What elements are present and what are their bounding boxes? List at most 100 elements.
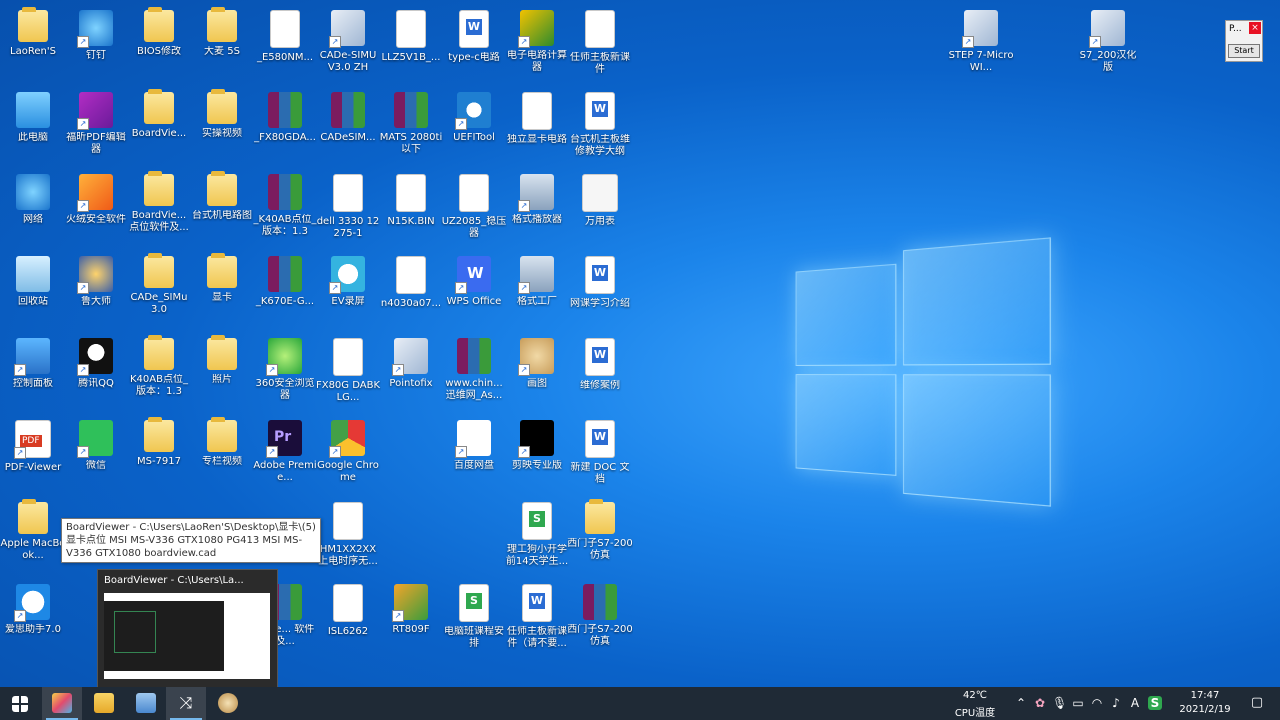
desktop-icon[interactable]: www.chin... 迅维网_As... xyxy=(441,334,507,414)
taskbar-app-pointofix[interactable] xyxy=(42,687,82,720)
desktop-icon[interactable]: ↗ STEP 7-MicroWI... xyxy=(948,6,1014,86)
desktop-icon[interactable]: ↗ PDF-Viewer xyxy=(0,416,66,496)
desktop-icon-label: 独立显卡电路 xyxy=(504,134,570,146)
taskbar-app-paint[interactable] xyxy=(208,687,248,720)
desktop-icon[interactable]: ↗ EV录屏 xyxy=(315,252,381,332)
desktop-icon[interactable]: ↗ 鲁大师 xyxy=(63,252,129,332)
desktop-icon[interactable]: ↗ Google Chrome xyxy=(315,416,381,496)
mini-window[interactable]: P... × Start xyxy=(1225,20,1263,62)
desktop-icon[interactable]: 网课学习介绍 xyxy=(567,252,633,332)
desktop-icon[interactable]: _FX80GDA... xyxy=(252,88,318,168)
desktop-icon-label: 显卡 xyxy=(189,292,255,304)
desktop-icon[interactable]: N15K.BIN xyxy=(378,170,444,250)
desktop-icon[interactable]: BoardVie... 点位软件及... xyxy=(126,170,192,250)
desktop-icon[interactable]: Apple MacBook... xyxy=(0,498,66,578)
desktop-icon[interactable]: 专栏视频 xyxy=(189,416,255,496)
desktop-icon[interactable]: 台式机主板维修教学大纲 xyxy=(567,88,633,168)
desktop-icon[interactable]: 理工狗小开学前14天学生... xyxy=(504,498,570,578)
desktop-icon[interactable]: ↗ Adobe Premie... xyxy=(252,416,318,496)
flower-icon[interactable]: ✿ xyxy=(1033,696,1047,710)
volume-icon[interactable]: ♪ xyxy=(1109,696,1123,710)
start-button[interactable] xyxy=(0,687,40,720)
desktop-icon-label: 爱思助手7.0 xyxy=(0,624,66,636)
desktop-icon[interactable]: FX80G DABKLG... xyxy=(315,334,381,414)
taskbar-app-pdf-viewer[interactable] xyxy=(126,687,166,720)
desktop-icon[interactable]: ↗ RT809F xyxy=(378,580,444,660)
desktop-icon[interactable]: 独立显卡电路 xyxy=(504,88,570,168)
desktop-icon[interactable]: K40AB点位_版本：1.3 xyxy=(126,334,192,414)
desktop-icon[interactable]: 台式机电路图 xyxy=(189,170,255,250)
desktop-icon[interactable]: MATS 2080ti以下 xyxy=(378,88,444,168)
taskbar-thumbnail-preview[interactable]: BoardViewer - C:\Users\La... xyxy=(97,569,278,687)
desktop-icon[interactable]: HM1XX2XX 上电时序无... xyxy=(315,498,381,578)
desktop-icon[interactable]: ↗ 格式播放器 xyxy=(504,170,570,250)
taskbar-app-explorer[interactable] xyxy=(84,687,124,720)
desktop-icon[interactable]: 万用表 xyxy=(567,170,633,250)
desktop-icon[interactable]: 显卡 xyxy=(189,252,255,332)
desktop-icon[interactable]: ↗ 控制面板 xyxy=(0,334,66,414)
input-method[interactable]: A xyxy=(1128,696,1142,710)
desktop-icon[interactable]: ↗ S7_200汉化版 xyxy=(1075,6,1141,86)
battery-icon[interactable]: ▭ xyxy=(1071,696,1085,710)
desktop-icon[interactable]: type-c电路 xyxy=(441,6,507,86)
clock-time[interactable]: 17:47 xyxy=(1170,690,1240,701)
word-document-icon xyxy=(459,10,489,48)
desktop-icon[interactable]: 实操视频 xyxy=(189,88,255,168)
desktop-icon[interactable]: 新建 DOC 文档 xyxy=(567,416,633,496)
clock-date[interactable]: 2021/2/19 xyxy=(1170,704,1240,715)
desktop-icon[interactable]: CADe_SIMu 3.0 xyxy=(126,252,192,332)
desktop-icon[interactable]: BoardVie... xyxy=(126,88,192,168)
desktop-icon[interactable]: ↗ 格式工厂 xyxy=(504,252,570,332)
desktop-icon[interactable]: ↗ UEFITool xyxy=(441,88,507,168)
desktop-icon[interactable]: _E580NM... xyxy=(252,6,318,86)
desktop-icon[interactable]: ↗ 画图 xyxy=(504,334,570,414)
desktop-icon[interactable]: LLZ5V1B_... xyxy=(378,6,444,86)
desktop-icon[interactable]: UZ2085_稳压器 xyxy=(441,170,507,250)
desktop-icon[interactable]: 任师主板新课件 xyxy=(567,6,633,86)
start-button[interactable]: Start xyxy=(1228,44,1260,58)
taskbar-app-boardviewer[interactable]: ⤨ xyxy=(166,687,206,720)
desktop-icon[interactable]: 西门子S7-200仿真 xyxy=(567,580,633,660)
close-icon[interactable]: × xyxy=(1249,22,1261,34)
desktop-icon[interactable]: ↗ 爱思助手7.0 xyxy=(0,580,66,660)
desktop-icon[interactable]: ↗ 剪映专业版 xyxy=(504,416,570,496)
desktop-icon[interactable]: n4030a07... xyxy=(378,252,444,332)
desktop-icon[interactable]: ↗ 火绒安全软件 xyxy=(63,170,129,250)
desktop-icon[interactable]: ↗ CADe-SIMU V3.0 ZH xyxy=(315,6,381,86)
desktop-icon[interactable]: 电脑班课程安排 xyxy=(441,580,507,660)
chevron-up-icon[interactable]: ⌃ xyxy=(1014,696,1028,710)
wps-tray-icon[interactable]: S xyxy=(1148,696,1162,710)
dingtalk-icon: ↗ xyxy=(79,10,113,46)
desktop-icon[interactable]: ↗ 百度网盘 xyxy=(441,416,507,496)
desktop-icon[interactable]: LaoRen'S xyxy=(0,6,66,86)
desktop-icon[interactable]: ↗ 钉钉 xyxy=(63,6,129,86)
desktop-icon[interactable]: 此电脑 xyxy=(0,88,66,168)
desktop-icon[interactable]: ↗ Pointofix xyxy=(378,334,444,414)
desktop-icon[interactable]: _K40AB点位_版本：1.3 xyxy=(252,170,318,250)
desktop-icon[interactable]: 西门子S7-200仿真 xyxy=(567,498,633,578)
desktop-icon[interactable]: ISL6262 xyxy=(315,580,381,660)
preview-thumbnail[interactable] xyxy=(104,593,270,679)
desktop-icon[interactable]: MS-7917 xyxy=(126,416,192,496)
desktop-icon[interactable]: 维修案例 xyxy=(567,334,633,414)
microphone-icon[interactable]: 🎙 xyxy=(1052,696,1066,710)
desktop-icon[interactable]: ↗ 腾讯QQ xyxy=(63,334,129,414)
desktop-icon[interactable]: 大麦 5S xyxy=(189,6,255,86)
word-document-icon xyxy=(522,584,552,622)
desktop-icon[interactable]: ↗ 微信 xyxy=(63,416,129,496)
desktop-icon[interactable]: ↗ 电子电路计算器 xyxy=(504,6,570,86)
desktop-icon[interactable]: dell 3330 12275-1 xyxy=(315,170,381,250)
network-icon[interactable]: ◠ xyxy=(1090,696,1104,710)
desktop-icon[interactable]: ↗ 福昕PDF编辑器 xyxy=(63,88,129,168)
desktop-icon[interactable]: 任师主板新课件（请不要... xyxy=(504,580,570,660)
desktop-icon[interactable]: 照片 xyxy=(189,334,255,414)
desktop-icon[interactable]: 回收站 xyxy=(0,252,66,332)
desktop-icon-label: www.chin... 迅维网_As... xyxy=(441,378,507,402)
desktop-icon[interactable]: 网络 xyxy=(0,170,66,250)
desktop-icon[interactable]: ↗ 360安全浏览器 xyxy=(252,334,318,414)
notification-icon[interactable]: ▢ xyxy=(1250,696,1264,710)
desktop-icon[interactable]: CADeSIM... xyxy=(315,88,381,168)
desktop-icon[interactable]: ↗ WPS Office xyxy=(441,252,507,332)
desktop-icon[interactable]: BIOS修改 xyxy=(126,6,192,86)
desktop-icon[interactable]: _K670E-G... xyxy=(252,252,318,332)
